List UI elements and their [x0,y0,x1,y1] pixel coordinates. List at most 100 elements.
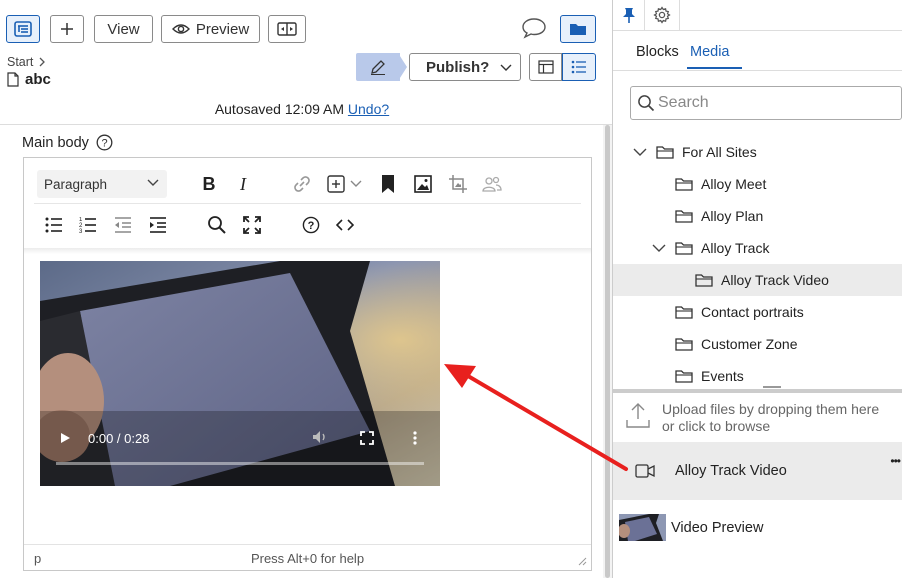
page-tree-toggle-button[interactable] [6,15,40,43]
fullscreen-video-icon[interactable] [360,431,374,445]
indent-icon[interactable] [145,212,171,238]
image-icon[interactable] [410,171,436,197]
media-item-video-preview[interactable]: Video Preview [619,514,763,541]
page-title-text: abc [25,71,51,88]
upload-icon [626,403,650,428]
publish-button[interactable]: Publish? [409,53,521,81]
tree-item-label: Contact portraits [701,304,804,320]
media-item-alloy-track-video[interactable]: Alloy Track Video ••• [613,442,902,500]
chevron-right-icon [39,57,46,67]
tree-item-events[interactable]: Events [613,360,902,392]
assets-panel-button[interactable] [560,15,596,43]
tab-blocks[interactable]: Blocks [636,44,679,60]
folder-icon [570,24,586,35]
chevron-down-icon [147,179,159,186]
link-icon[interactable] [289,171,315,197]
resize-handle-icon[interactable] [578,557,587,566]
tab-media[interactable]: Media [690,44,730,60]
tree-item-label: Alloy Track Video [721,272,829,288]
search-input[interactable]: Search [630,86,902,120]
edit-mode-button[interactable] [356,53,400,81]
header-divider [644,0,645,31]
plus-icon [61,23,73,35]
autosave-text: Autosaved 12:09 AM [214,101,345,117]
bookmark-icon[interactable] [375,171,401,197]
folder-icon [675,178,693,191]
pane-header [613,0,902,31]
video-progress-bar[interactable] [56,462,424,465]
search-icon [638,95,655,112]
more-options-icon[interactable] [412,430,418,446]
fullscreen-icon[interactable] [239,212,265,238]
tree-item-label: Events [701,368,744,384]
video-preview-thumbnail [619,514,666,541]
italic-icon[interactable]: I [230,171,256,197]
folder-icon [675,242,693,255]
page-icon [7,72,19,87]
editor-scrollbar[interactable] [603,125,612,578]
compare-button[interactable] [268,15,306,43]
all-properties-button[interactable] [562,53,596,81]
pin-icon[interactable] [622,7,636,24]
on-page-edit-button[interactable] [529,53,562,81]
upload-text-line-2[interactable]: or click to browse [662,418,879,435]
tree-icon [14,21,32,37]
chevron-down-icon [500,64,512,71]
crop-image-icon[interactable] [445,171,471,197]
upload-dropzone[interactable]: Upload files by dropping them here or cl… [625,401,900,437]
view-button[interactable]: View [94,15,153,43]
play-icon[interactable] [58,431,72,445]
outdent-icon[interactable] [110,212,136,238]
upload-text: Upload files by dropping them here or cl… [662,401,879,437]
publish-button-label: Publish? [426,58,490,76]
gear-icon[interactable] [653,6,671,24]
eye-icon [171,24,190,34]
source-code-icon[interactable] [332,212,358,238]
breadcrumb-start[interactable]: Start [7,55,33,69]
active-tab-indicator [687,67,742,69]
personalized-content-icon[interactable] [479,171,505,197]
tree-item-customer-zone[interactable]: Customer Zone [613,328,902,360]
tree-item-alloy-track[interactable]: Alloy Track [613,232,902,264]
tree-item-for-all-sites[interactable]: For All Sites [613,136,902,168]
tree-item-alloy-meet[interactable]: Alloy Meet [613,168,902,200]
chevron-down-icon[interactable] [633,148,647,157]
paragraph-format-select[interactable]: Paragraph [37,170,167,198]
view-button-label: View [107,20,140,38]
preview-button[interactable]: Preview [161,15,260,43]
pane-splitter[interactable] [613,386,902,393]
splitter-grip[interactable] [763,386,781,388]
autosave-status: Autosaved 12:09 AM Undo? [0,101,604,117]
field-label: Main body [22,134,89,151]
scrollbar-thumb[interactable] [605,125,610,578]
edit-mode-arrow [398,53,407,81]
tree-item-alloy-plan[interactable]: Alloy Plan [613,200,902,232]
insert-block-icon[interactable] [323,171,349,197]
main-body-label: Main body ? [22,134,113,151]
add-button[interactable] [50,15,84,43]
tree-item-contact-portraits[interactable]: Contact portraits [613,296,902,328]
paragraph-format-value: Paragraph [44,176,108,192]
toolbar-separator [34,203,581,204]
tree-item-alloy-track-video[interactable]: Alloy Track Video [613,264,902,296]
undo-link[interactable]: Undo? [348,101,389,117]
folder-icon [695,274,713,287]
svg-text:3: 3 [79,229,83,233]
bullet-list-icon[interactable] [41,212,67,238]
volume-icon[interactable] [312,430,328,444]
media-item-label: Alloy Track Video [675,463,787,479]
chevron-down-icon[interactable] [652,244,666,253]
editor-help-icon[interactable]: ? [298,212,324,238]
bold-icon[interactable]: B [196,171,222,197]
tree-item-label: Alloy Meet [701,176,767,192]
comments-button[interactable] [521,17,547,39]
insert-dropdown-chevron-icon[interactable] [349,171,363,197]
help-icon[interactable]: ? [96,134,113,151]
media-item-menu[interactable]: ••• [890,454,901,468]
folder-icon [675,306,693,319]
tree-item-label: For All Sites [682,144,757,160]
numbered-list-icon[interactable]: 123 [75,212,101,238]
embedded-video-player[interactable]: 0:00 / 0:28 [40,261,440,486]
rich-text-editor[interactable]: Paragraph B I 1 2 3 ? 0:00 / 0:28 p Pres… [23,157,592,571]
search-replace-icon[interactable] [204,212,230,238]
